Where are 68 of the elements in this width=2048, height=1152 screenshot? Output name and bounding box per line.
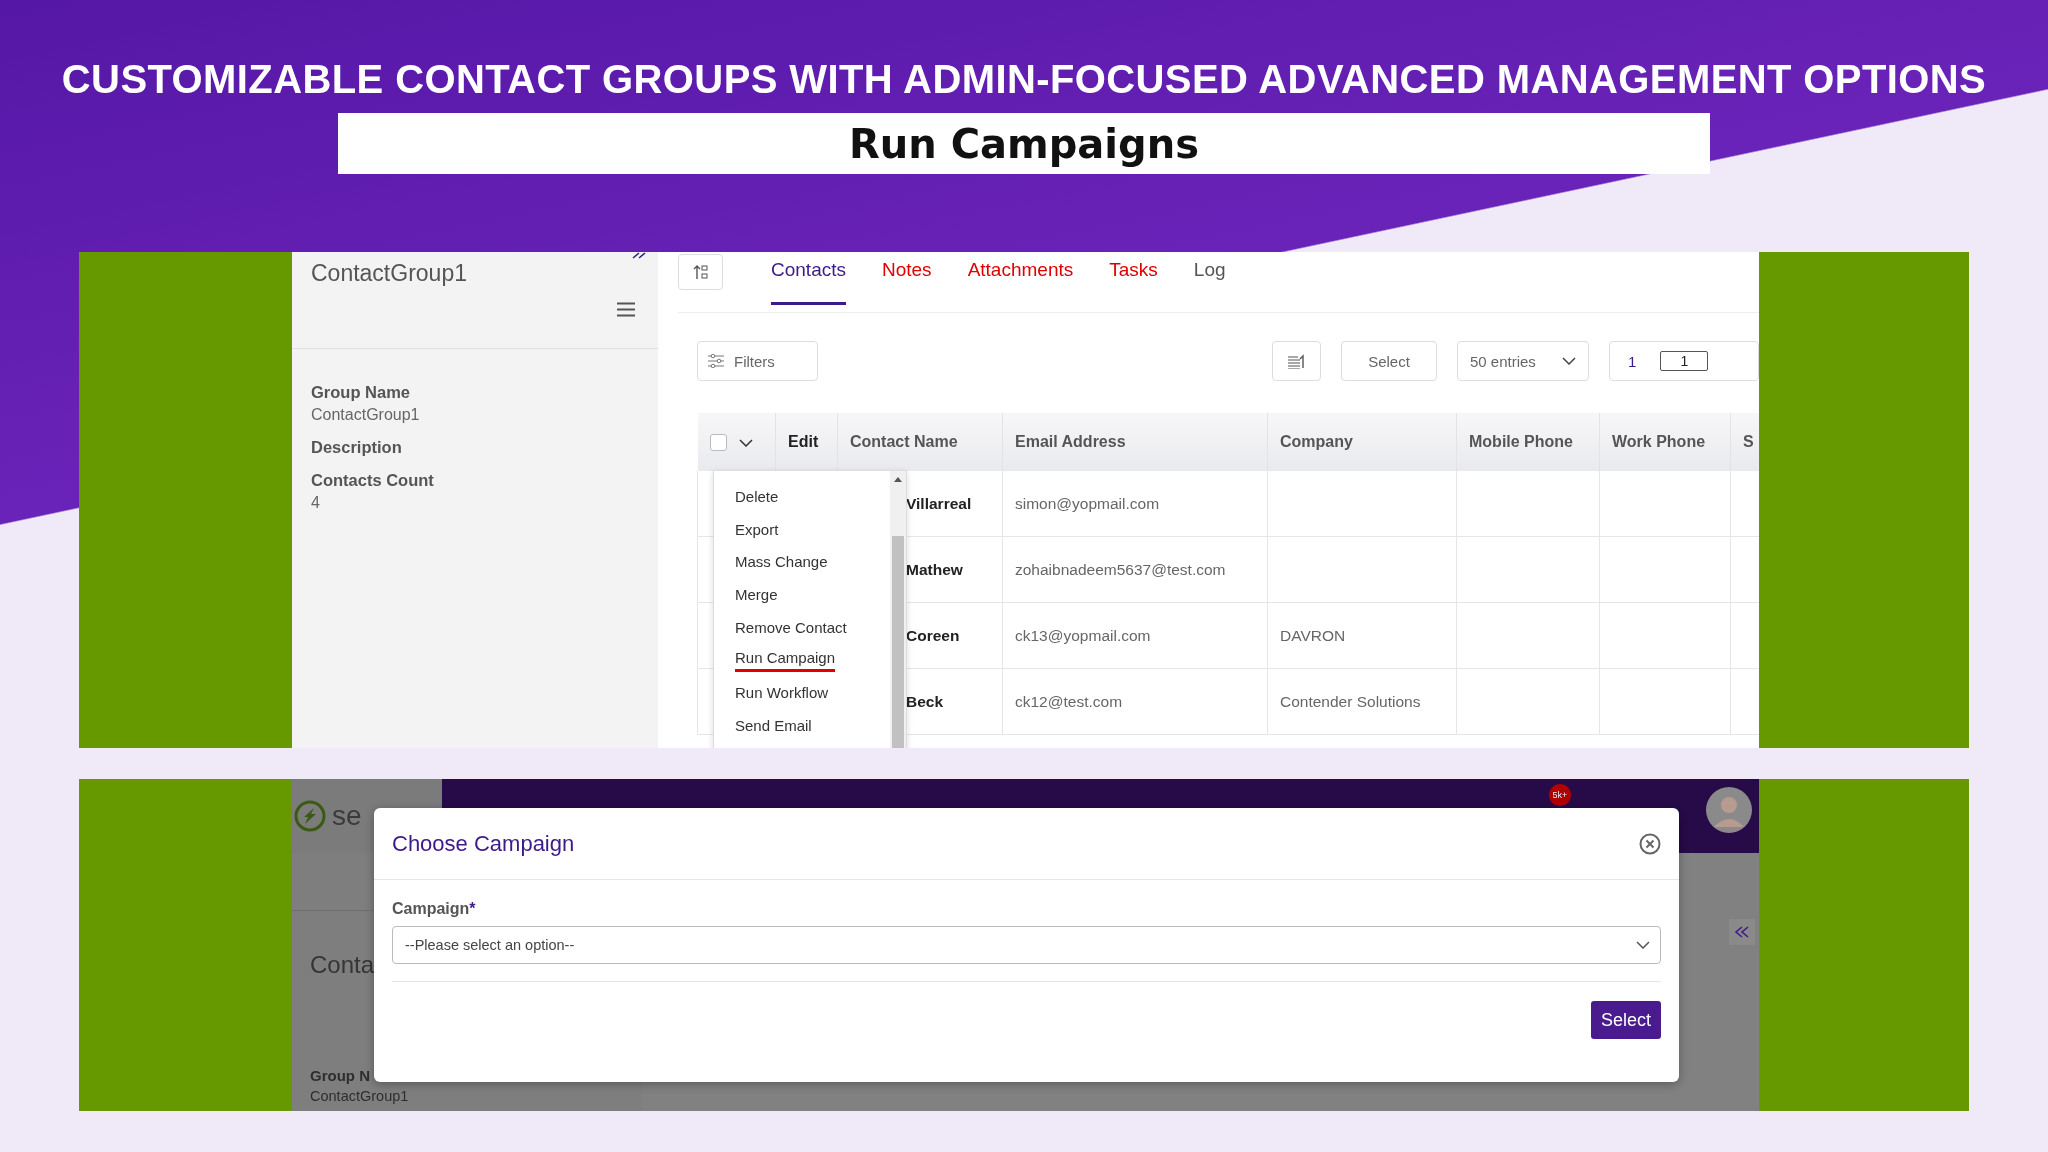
select-button[interactable]: Select bbox=[1341, 341, 1437, 381]
field-value: ContactGroup1 bbox=[310, 1088, 410, 1104]
filters-button[interactable]: Filters bbox=[697, 341, 818, 381]
menu-item[interactable]: Merge bbox=[735, 582, 778, 608]
field-label: Group Name bbox=[311, 383, 412, 402]
email-address: ck13@yopmail.com bbox=[1015, 626, 1151, 644]
collapse-button[interactable] bbox=[1729, 919, 1755, 945]
menu-item[interactable]: Delete bbox=[735, 484, 779, 509]
notification-badge: 5k+ bbox=[1549, 784, 1571, 806]
tab[interactable]: Attachments bbox=[967, 252, 1074, 305]
contact-name: Beck bbox=[906, 692, 944, 710]
logo-icon bbox=[294, 800, 326, 832]
scroll-up-icon bbox=[894, 477, 902, 482]
column-header: Work Phone bbox=[1612, 433, 1706, 450]
menu-item[interactable]: Run Campaign bbox=[735, 647, 836, 673]
company-name: DAVRON bbox=[1280, 626, 1346, 644]
group-title: ContactGroup1 bbox=[311, 260, 467, 287]
column-header: Contact Name bbox=[850, 433, 958, 450]
avatar-icon[interactable] bbox=[1706, 787, 1752, 833]
company-name: Contender Solutions bbox=[1280, 692, 1421, 710]
dialog-title: Choose Campaign bbox=[392, 830, 575, 857]
chevron-down-icon bbox=[1562, 357, 1576, 365]
column-header: Company bbox=[1280, 433, 1353, 450]
chevron-down-icon[interactable] bbox=[738, 438, 753, 447]
column-header: Mobile Phone bbox=[1469, 433, 1573, 450]
field-value: ContactGroup1 bbox=[311, 406, 421, 424]
checkbox[interactable] bbox=[709, 434, 727, 452]
email-address: simon@yopmail.com bbox=[1015, 494, 1160, 512]
page-input[interactable]: 1 bbox=[1660, 351, 1709, 371]
entries-dropdown[interactable]: 50 entries bbox=[1457, 341, 1589, 381]
section-title: Conta bbox=[310, 951, 376, 979]
menu-item[interactable]: Send Email bbox=[735, 712, 812, 738]
contact-name: Villarreal bbox=[906, 494, 972, 512]
column-header: Edit bbox=[788, 433, 819, 450]
headline: CUSTOMIZABLE CONTACT GROUPS WITH ADMIN-FOCUSED ADVANCED MANAGEMENT OPTIONS bbox=[61, 57, 1987, 102]
subtitle-banner: Run Campaigns bbox=[338, 113, 1710, 174]
logo-text: se bbox=[332, 800, 362, 832]
contact-name: Mathew bbox=[906, 560, 963, 578]
collapse-icon bbox=[1734, 926, 1750, 938]
sort-icon bbox=[692, 264, 709, 280]
tab[interactable]: Log bbox=[1193, 252, 1226, 305]
campaign-select[interactable]: --Please select an option-- bbox=[392, 926, 1661, 964]
column-header: S bbox=[1743, 433, 1754, 450]
chevron-down-icon bbox=[1636, 941, 1650, 949]
sliders-icon bbox=[708, 354, 724, 368]
sort-button[interactable] bbox=[678, 254, 723, 290]
tab[interactable]: Notes bbox=[882, 252, 932, 305]
tab[interactable]: Contacts bbox=[771, 252, 846, 305]
field-label: Contacts Count bbox=[311, 471, 435, 490]
list-icon bbox=[1287, 353, 1306, 369]
field-value: 4 bbox=[311, 494, 321, 512]
column-header: Email Address bbox=[1015, 433, 1126, 450]
menu-icon[interactable] bbox=[617, 302, 635, 317]
field-label: Group N bbox=[310, 1067, 371, 1084]
menu-item[interactable]: Export bbox=[735, 516, 779, 542]
tab[interactable]: Tasks bbox=[1109, 252, 1158, 305]
menu-item[interactable]: Run Workflow bbox=[735, 680, 829, 706]
page-link[interactable]: 1 bbox=[1628, 352, 1637, 370]
field-label: Campaign* bbox=[392, 900, 476, 918]
contact-name: Coreen bbox=[906, 626, 960, 644]
select-button[interactable]: Select bbox=[1590, 1001, 1661, 1039]
menu-item[interactable]: Remove Contact bbox=[735, 614, 847, 640]
close-icon[interactable] bbox=[1639, 832, 1661, 855]
field-label: Description bbox=[311, 438, 403, 457]
menu-item[interactable]: Mass Change bbox=[735, 549, 828, 575]
scrollbar[interactable] bbox=[890, 471, 906, 748]
email-address: zohaibnadeem5637@test.com bbox=[1015, 560, 1226, 578]
email-address: ck12@test.com bbox=[1015, 692, 1123, 710]
